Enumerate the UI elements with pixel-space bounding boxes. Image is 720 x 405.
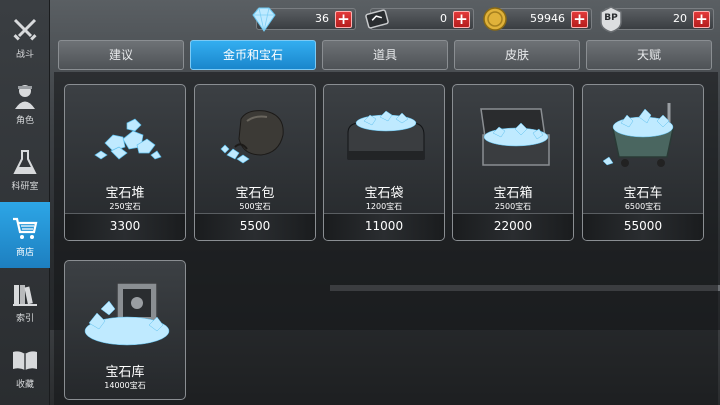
product-name: 宝石库 <box>105 365 145 380</box>
sidebar-item-label: 角色 <box>15 115 34 126</box>
sidebar-item-index[interactable]: 索引 <box>0 268 50 334</box>
gem-vault-image <box>65 269 185 349</box>
product-name: 宝石袋 <box>364 186 404 201</box>
tab-skins[interactable]: 皮肤 <box>454 40 580 70</box>
tab-talents[interactable]: 天赋 <box>586 40 712 70</box>
resource-diamonds: 36 + <box>252 7 356 32</box>
product-quantity: 2500宝石 <box>494 202 532 211</box>
product-quantity: 1200宝石 <box>365 202 403 211</box>
add-cards-button[interactable]: + <box>453 11 470 28</box>
sidebar-item-lab[interactable]: 科研室 <box>0 136 50 202</box>
cart-icon <box>10 213 40 243</box>
card-count: 0 <box>440 12 447 25</box>
diamond-icon <box>247 3 279 35</box>
add-coins-button[interactable]: + <box>571 11 588 28</box>
tab-items[interactable]: 道具 <box>322 40 448 70</box>
sidebar-item-battle[interactable]: 战斗 <box>0 4 50 70</box>
flask-icon <box>10 147 40 177</box>
bp-badge-icon: BP <box>595 3 627 35</box>
open-book-icon <box>10 345 40 375</box>
sidebar-item-label: 索引 <box>15 313 34 324</box>
coin-icon <box>479 3 511 35</box>
gem-duffel-image <box>324 93 444 173</box>
product-name: 宝石车 <box>623 186 663 201</box>
resource-bp: BP 20 + <box>600 6 714 33</box>
bp-count: 20 <box>673 12 687 25</box>
product-card-gem-pile[interactable]: 宝石堆 250宝石 3300 <box>64 84 186 241</box>
gem-case-image <box>453 93 573 173</box>
product-name: 宝石堆 <box>105 186 145 201</box>
product-card-gem-cart[interactable]: 宝石车 6500宝石 55000 <box>582 84 704 241</box>
product-card-gem-bag[interactable]: 宝石包 500宝石 5500 <box>194 84 316 241</box>
product-name: 宝石包 <box>235 186 275 201</box>
sidebar-item-collection[interactable]: 收藏 <box>0 334 50 400</box>
product-price: 3300 <box>109 219 141 233</box>
gem-cart-image <box>583 93 703 173</box>
resource-cards: 0 + <box>365 8 474 30</box>
product-quantity: 500宝石 <box>239 202 271 211</box>
product-card-gem-duffel[interactable]: 宝石袋 1200宝石 11000 <box>323 84 445 241</box>
sidebar-item-label: 商店 <box>15 247 34 258</box>
shop-tabs: 建议 金币和宝石 道具 皮肤 天赋 <box>58 40 714 70</box>
card-icon <box>361 3 393 35</box>
crossed-swords-icon <box>10 15 40 45</box>
tab-recommended[interactable]: 建议 <box>58 40 184 70</box>
diamond-count: 36 <box>315 12 329 25</box>
product-card-gem-vault[interactable]: 宝石库 14000宝石 <box>64 260 186 400</box>
coin-count: 59946 <box>530 12 565 25</box>
product-price: 5500 <box>239 219 271 233</box>
bp-badge-text: BP <box>604 13 618 23</box>
soldier-icon <box>10 81 40 111</box>
tab-coins-and-gems[interactable]: 金币和宝石 <box>190 40 316 70</box>
resource-coins: 59946 + <box>483 7 592 31</box>
sidebar-item-label: 科研室 <box>11 181 39 192</box>
product-price: 55000 <box>623 219 663 233</box>
product-quantity: 14000宝石 <box>104 381 146 390</box>
product-quantity: 6500宝石 <box>624 202 662 211</box>
add-bp-button[interactable]: + <box>693 11 710 28</box>
gem-pile-image <box>65 93 185 173</box>
sidebar-item-label: 战斗 <box>15 49 34 60</box>
sidebar-item-character[interactable]: 角色 <box>0 70 50 136</box>
product-quantity: 250宝石 <box>109 202 141 211</box>
sidebar-item-label: 收藏 <box>15 379 34 390</box>
add-diamonds-button[interactable]: + <box>335 11 352 28</box>
sidebar-item-shop[interactable]: 商店 <box>0 202 50 268</box>
product-price: 11000 <box>364 219 404 233</box>
books-icon <box>10 279 40 309</box>
product-price: 22000 <box>493 219 533 233</box>
gem-bag-image <box>195 93 315 173</box>
sidebar: 战斗 角色 科研室 商店 索引 收藏 <box>0 0 50 405</box>
product-card-gem-case[interactable]: 宝石箱 2500宝石 22000 <box>452 84 574 241</box>
product-name: 宝石箱 <box>493 186 533 201</box>
